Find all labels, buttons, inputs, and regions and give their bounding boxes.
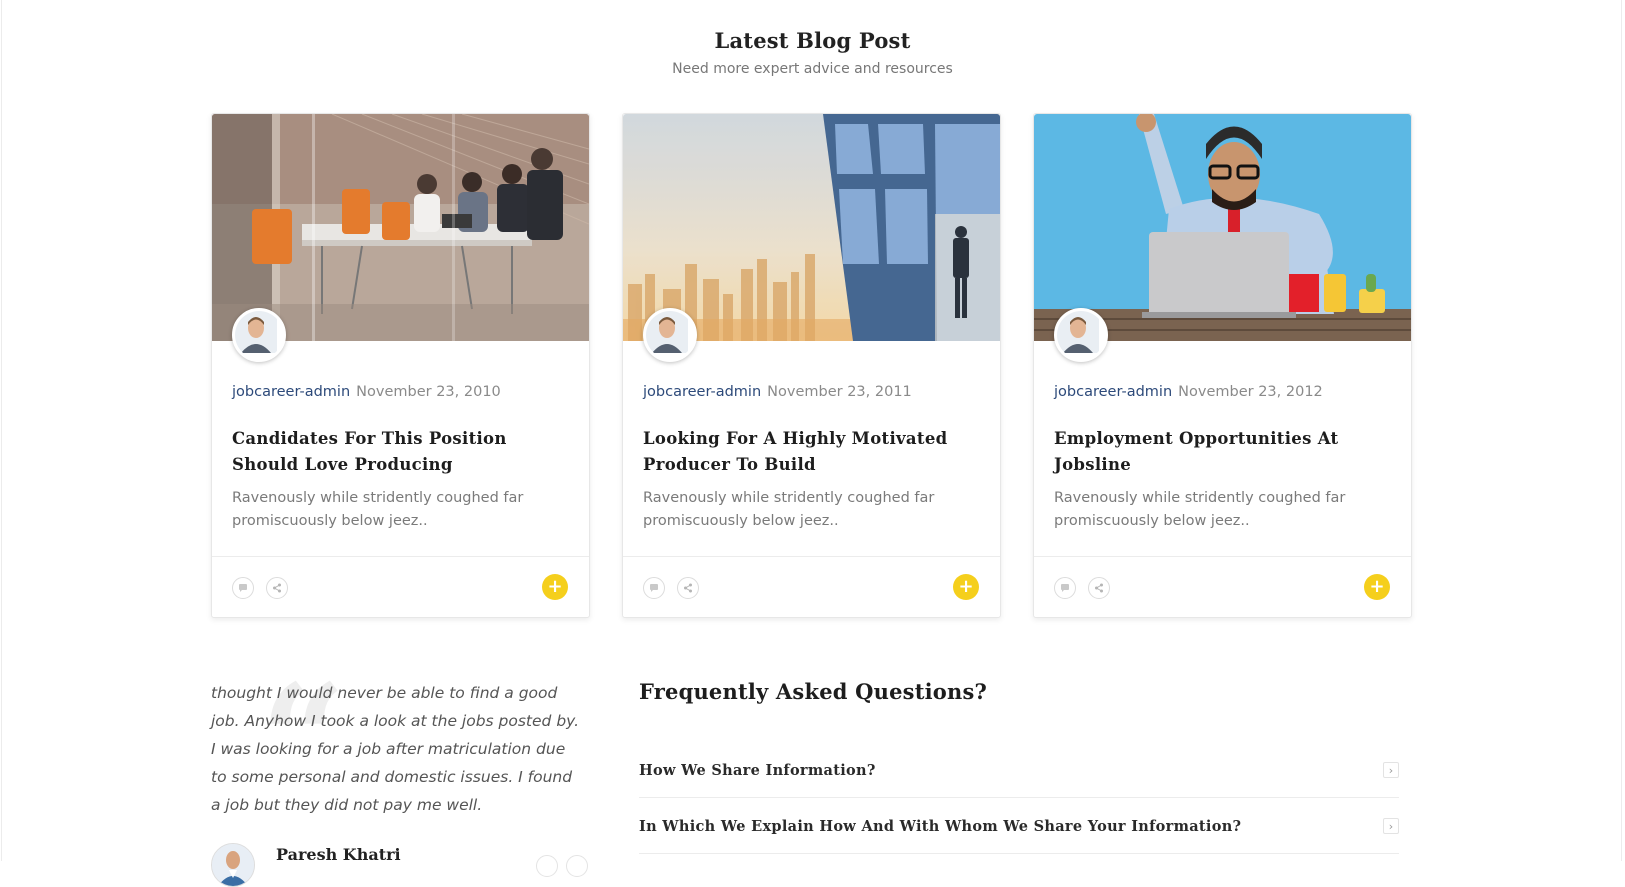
- post-excerpt: Ravenously while stridently coughed far …: [1054, 490, 1346, 529]
- section-title: Latest Blog Post: [714, 28, 911, 53]
- post-title[interactable]: Candidates For This Position Should Love…: [232, 426, 572, 478]
- testimonial-name: Paresh Khatri: [276, 845, 401, 864]
- faq-question[interactable]: How We Share Information?: [639, 762, 876, 779]
- share-icon[interactable]: [1088, 577, 1110, 599]
- plus-icon[interactable]: +: [953, 574, 979, 600]
- share-icon[interactable]: [266, 577, 288, 599]
- plus-icon[interactable]: +: [542, 574, 568, 600]
- author-avatar[interactable]: [643, 308, 697, 362]
- faq-title: Frequently Asked Questions?: [639, 679, 987, 704]
- post-meta: jobcareer-admin November 23, 2011: [643, 384, 912, 400]
- author-link[interactable]: jobcareer-admin: [232, 384, 350, 400]
- comment-icon[interactable]: [643, 577, 665, 599]
- post-meta: jobcareer-admin November 23, 2010: [232, 384, 501, 400]
- post-date: November 23, 2012: [1178, 384, 1323, 400]
- author-link[interactable]: jobcareer-admin: [1054, 384, 1172, 400]
- faq-item[interactable]: How We Share Information? ›: [639, 742, 1399, 798]
- plus-icon[interactable]: +: [1364, 574, 1390, 600]
- card-divider: [623, 556, 1000, 557]
- author-link[interactable]: jobcareer-admin: [643, 384, 761, 400]
- post-title[interactable]: Employment Opportunities At Jobsline: [1054, 426, 1394, 478]
- author-avatar[interactable]: [1054, 308, 1108, 362]
- faq-item[interactable]: In Which We Explain How And With Whom We…: [639, 798, 1399, 854]
- card-divider: [1034, 556, 1411, 557]
- post-excerpt: Ravenously while stridently coughed far …: [232, 490, 524, 529]
- share-icon[interactable]: [677, 577, 699, 599]
- blog-card: jobcareer-admin November 23, 2011 Looking…: [622, 113, 1001, 618]
- blog-card: jobcareer-admin November 23, 2012 Employm…: [1033, 113, 1412, 618]
- prev-slide-icon[interactable]: [536, 855, 558, 877]
- blog-image-city[interactable]: [623, 114, 1000, 341]
- next-slide-icon[interactable]: [566, 855, 588, 877]
- post-date: November 23, 2011: [767, 384, 912, 400]
- post-title[interactable]: Looking For A Highly Motivated Producer …: [643, 426, 983, 478]
- card-divider: [212, 556, 589, 557]
- blog-image-laptop[interactable]: [1034, 114, 1411, 341]
- post-date: November 23, 2010: [356, 384, 501, 400]
- blog-card: jobcareer-admin November 23, 2010 Candida…: [211, 113, 590, 618]
- post-meta: jobcareer-admin November 23, 2012: [1054, 384, 1323, 400]
- author-avatar[interactable]: [232, 308, 286, 362]
- testimonial-text: thought I would never be able to find a …: [211, 684, 580, 814]
- comment-icon[interactable]: [232, 577, 254, 599]
- blog-image-office[interactable]: [212, 114, 589, 341]
- post-excerpt: Ravenously while stridently coughed far …: [643, 490, 935, 529]
- comment-icon[interactable]: [1054, 577, 1076, 599]
- testimonial-avatar: [211, 843, 255, 887]
- faq-question[interactable]: In Which We Explain How And With Whom We…: [639, 818, 1241, 835]
- chevron-right-icon[interactable]: ›: [1383, 762, 1399, 778]
- section-subtitle: Need more expert advice and resources: [672, 61, 953, 77]
- chevron-right-icon[interactable]: ›: [1383, 818, 1399, 834]
